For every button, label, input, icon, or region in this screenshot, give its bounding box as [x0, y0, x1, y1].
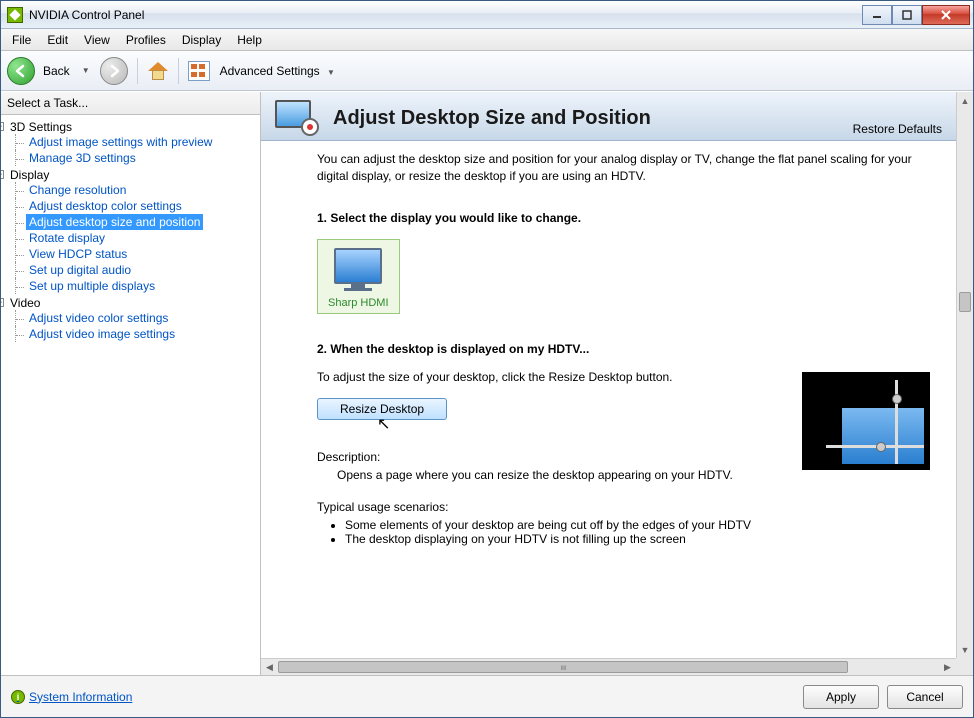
scroll-down-arrow[interactable]: ▼: [957, 641, 973, 658]
page-title: Adjust Desktop Size and Position: [333, 107, 942, 136]
menu-profiles[interactable]: Profiles: [119, 31, 173, 49]
step-2-title: 2. When the desktop is displayed on my H…: [317, 342, 926, 356]
horizontal-scrollbar[interactable]: ◀ ▶: [261, 658, 956, 675]
body: Select a Task... − 3D Settings Adjust im…: [1, 91, 973, 675]
scroll-thumb[interactable]: [959, 292, 971, 312]
window-title: NVIDIA Control Panel: [29, 8, 862, 22]
back-label: Back: [43, 64, 70, 78]
footer: i System Information Apply Cancel: [1, 675, 973, 717]
tree-group-3d-settings[interactable]: 3D Settings: [7, 119, 75, 135]
toolbar: Back ▼ Advanced Settings ▼: [1, 51, 973, 91]
task-sidebar: Select a Task... − 3D Settings Adjust im…: [1, 92, 261, 675]
menu-edit[interactable]: Edit: [40, 31, 75, 49]
tree-group-display[interactable]: Display: [7, 167, 52, 183]
scroll-corner: [956, 658, 973, 675]
view-mode-button[interactable]: [188, 61, 210, 81]
info-icon: i: [11, 690, 25, 704]
step-2: 2. When the desktop is displayed on my H…: [317, 342, 926, 420]
menu-file[interactable]: File: [5, 31, 38, 49]
home-button[interactable]: [147, 60, 169, 82]
vertical-scrollbar[interactable]: ▲ ▼: [956, 92, 973, 658]
tree-item[interactable]: Set up multiple displays: [26, 278, 158, 294]
content-area: Adjust Desktop Size and Position Restore…: [261, 92, 973, 675]
menu-help[interactable]: Help: [230, 31, 269, 49]
close-button[interactable]: [922, 5, 970, 25]
step-1-title: 1. Select the display you would like to …: [317, 211, 926, 225]
back-button[interactable]: [7, 57, 35, 85]
usage-list: Some elements of your desktop are being …: [345, 518, 926, 546]
minimize-button[interactable]: [862, 5, 892, 25]
display-card-sharp-hdmi[interactable]: Sharp HDMI: [317, 239, 400, 314]
titlebar: NVIDIA Control Panel: [1, 1, 973, 29]
cancel-button[interactable]: Cancel: [887, 685, 963, 709]
restore-defaults-link[interactable]: Restore Defaults: [853, 122, 942, 136]
chevron-down-icon: ▼: [327, 68, 335, 77]
nvidia-control-panel-window: NVIDIA Control Panel File Edit View Prof…: [0, 0, 974, 718]
tree-toggle[interactable]: −: [1, 170, 4, 179]
usage-heading: Typical usage scenarios:: [317, 500, 926, 514]
tree-item[interactable]: View HDCP status: [26, 246, 130, 262]
advanced-settings-dropdown[interactable]: Advanced Settings ▼: [220, 64, 339, 78]
sidebar-header: Select a Task...: [1, 92, 260, 115]
tree-item[interactable]: Adjust desktop color settings: [26, 198, 185, 214]
tree-item[interactable]: Set up digital audio: [26, 262, 134, 278]
page-header-icon: [275, 100, 319, 136]
apply-button[interactable]: Apply: [803, 685, 879, 709]
usage-item: Some elements of your desktop are being …: [345, 518, 926, 532]
tree-item[interactable]: Change resolution: [26, 182, 129, 198]
scroll-up-arrow[interactable]: ▲: [957, 92, 973, 109]
display-label: Sharp HDMI: [328, 297, 389, 309]
tree-item[interactable]: Rotate display: [26, 230, 108, 246]
usage-item: The desktop displaying on your HDTV is n…: [345, 532, 926, 546]
tree-toggle[interactable]: −: [1, 298, 4, 307]
tree-item[interactable]: Adjust video color settings: [26, 310, 171, 326]
tree-group-video[interactable]: Video: [7, 295, 43, 311]
task-tree: − 3D Settings Adjust image settings with…: [1, 115, 260, 675]
menu-display[interactable]: Display: [175, 31, 228, 49]
menubar: File Edit View Profiles Display Help: [1, 29, 973, 51]
monitor-icon: [334, 248, 382, 284]
app-icon: [7, 7, 23, 23]
description-body: Opens a page where you can resize the de…: [317, 468, 926, 482]
tree-item[interactable]: Manage 3D settings: [26, 150, 139, 166]
system-information-link[interactable]: i System Information: [11, 690, 132, 704]
tree-toggle[interactable]: −: [1, 122, 4, 131]
back-history-dropdown[interactable]: ▼: [82, 66, 90, 75]
scroll-right-arrow[interactable]: ▶: [939, 659, 956, 675]
maximize-button[interactable]: [892, 5, 922, 25]
arrow-right-icon: [107, 64, 121, 78]
cursor-icon: ↖: [377, 414, 390, 434]
tree-item-selected[interactable]: Adjust desktop size and position: [26, 214, 203, 230]
tree-item[interactable]: Adjust video image settings: [26, 326, 178, 342]
page-header: Adjust Desktop Size and Position Restore…: [261, 92, 956, 141]
resize-preview-image: [802, 372, 930, 470]
tree-item[interactable]: Adjust image settings with preview: [26, 134, 215, 150]
separator: [137, 58, 138, 84]
arrow-left-icon: [14, 64, 28, 78]
forward-button[interactable]: [100, 57, 128, 85]
separator: [178, 58, 179, 84]
scroll-left-arrow[interactable]: ◀: [261, 659, 278, 675]
scroll-thumb[interactable]: [278, 661, 848, 673]
intro-text: You can adjust the desktop size and posi…: [317, 151, 926, 185]
step-1: 1. Select the display you would like to …: [317, 211, 926, 314]
menu-view[interactable]: View: [77, 31, 117, 49]
